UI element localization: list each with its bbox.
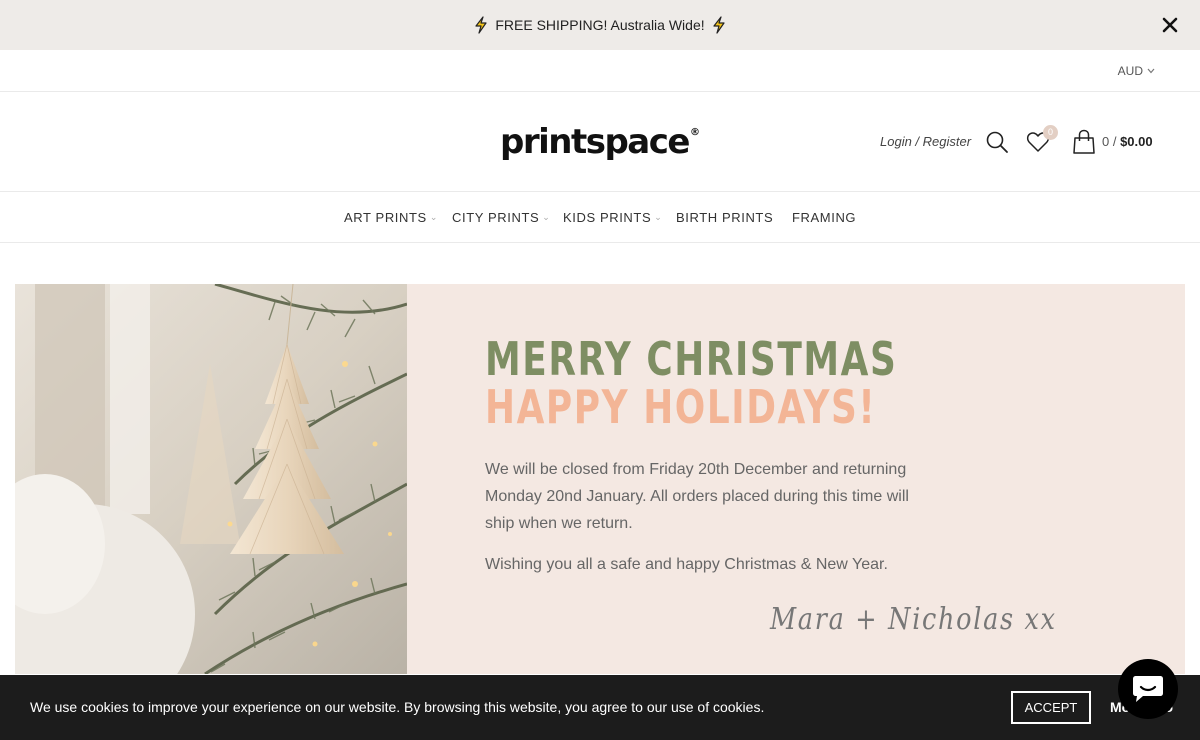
- cookie-message: We use cookies to improve your experienc…: [30, 699, 765, 715]
- main-navigation: ART PRINTS ⌄ CITY PRINTS ⌄ KIDS PRINTS ⌄ BI…: [0, 193, 1200, 243]
- nav-item-label: CITY PRINTS: [452, 210, 540, 225]
- accept-cookies-button[interactable]: ACCEPT: [1011, 691, 1091, 724]
- cart-summary[interactable]: 0 / $0.00: [1102, 134, 1153, 149]
- holiday-wishes: Wishing you all a safe and happy Christm…: [485, 556, 888, 573]
- chevron-down-icon: ⌄: [654, 212, 663, 222]
- login-register-link[interactable]: Login / Register: [880, 134, 971, 149]
- nav-item-art-prints[interactable]: ART PRINTS ⌄: [344, 210, 438, 225]
- nav-item-framing[interactable]: FRAMING: [792, 210, 856, 225]
- logo-text: printspace: [500, 122, 690, 162]
- christmas-tree-photo: [15, 284, 407, 674]
- logo-registered-mark: ®: [689, 127, 700, 138]
- nav-item-label: BIRTH PRINTS: [676, 210, 774, 225]
- announcement-text: FREE SHIPPING! Australia Wide!: [495, 17, 705, 33]
- chat-icon: [1133, 676, 1163, 702]
- nav-item-label: KIDS PRINTS: [563, 210, 652, 225]
- nav-item-city-prints[interactable]: CITY PRINTS ⌄: [452, 210, 550, 225]
- chat-button[interactable]: [1118, 659, 1178, 719]
- chevron-down-icon: ⌄: [429, 212, 438, 222]
- cart-count: 0 /: [1102, 134, 1121, 149]
- closure-notice: We will be closed from Friday 20th Decem…: [485, 461, 909, 532]
- topbar: AUD: [0, 50, 1200, 92]
- banner-headline-secondary: HAPPY HOLIDAYS!: [485, 380, 877, 434]
- lightning-icon: [713, 16, 725, 34]
- holiday-banner[interactable]: MERRY CHRISTMAS HAPPY HOLIDAYS! We will …: [15, 284, 1185, 674]
- nav-item-birth-prints[interactable]: BIRTH PRINTS: [676, 210, 773, 225]
- announcement-bar: FREE SHIPPING! Australia Wide!: [0, 0, 1200, 50]
- currency-label: AUD: [1117, 64, 1143, 78]
- announcement-content: FREE SHIPPING! Australia Wide!: [473, 16, 726, 34]
- shopping-bag-icon[interactable]: [1072, 129, 1096, 155]
- chevron-down-icon: ⌄: [542, 212, 551, 222]
- cookie-consent-bar: We use cookies to improve your experienc…: [0, 675, 1200, 740]
- site-header: printspace® Login / Register 0 0 / $0.00: [0, 92, 1200, 192]
- close-icon[interactable]: [1160, 15, 1180, 35]
- nav-item-label: FRAMING: [792, 210, 857, 225]
- cart-total: $0.00: [1120, 134, 1153, 149]
- lightning-icon: [475, 16, 487, 34]
- search-icon[interactable]: [985, 130, 1009, 154]
- signature: Mara + Nicholas xx: [770, 602, 1057, 637]
- nav-item-kids-prints[interactable]: KIDS PRINTS ⌄: [563, 210, 662, 225]
- nav-item-label: ART PRINTS: [344, 210, 427, 225]
- currency-selector[interactable]: AUD: [1118, 64, 1155, 78]
- banner-headline-primary: MERRY CHRISTMAS: [485, 332, 898, 386]
- site-logo[interactable]: printspace®: [500, 122, 700, 162]
- chevron-down-icon: [1147, 68, 1155, 74]
- wishlist-count-badge: 0: [1043, 125, 1058, 140]
